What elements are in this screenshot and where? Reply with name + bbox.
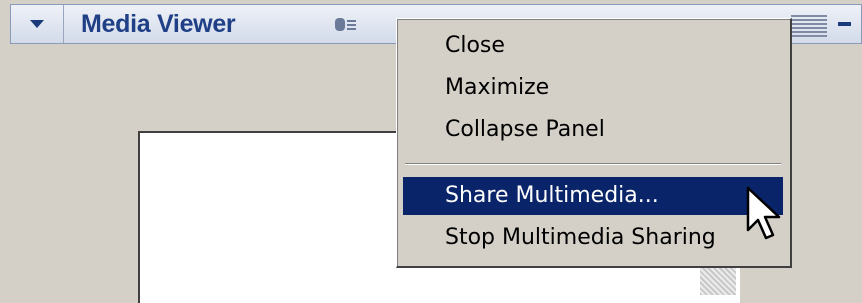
- context-menu: Close Maximize Collapse Panel Share Mult…: [396, 18, 792, 268]
- menu-item-maximize[interactable]: Maximize: [403, 69, 783, 107]
- triangle-down-icon: [30, 20, 44, 28]
- menu-item-collapse-panel[interactable]: Collapse Panel: [403, 111, 783, 149]
- minimize-button[interactable]: [833, 11, 855, 37]
- gripper-icon[interactable]: [791, 15, 827, 37]
- menu-item-stop-multimedia-sharing[interactable]: Stop Multimedia Sharing: [403, 219, 783, 257]
- menu-separator: [405, 163, 781, 165]
- mouse-pointer-icon: [746, 186, 781, 240]
- panel-title: Media Viewer: [81, 10, 236, 38]
- menu-item-share-multimedia[interactable]: Share Multimedia...: [403, 177, 783, 215]
- collapse-panel-button[interactable]: [11, 5, 64, 43]
- minimize-icon: [837, 22, 851, 26]
- panel-options-icon[interactable]: [333, 15, 359, 35]
- menu-item-close[interactable]: Close: [403, 27, 783, 65]
- scrollbar-track[interactable]: [700, 265, 736, 295]
